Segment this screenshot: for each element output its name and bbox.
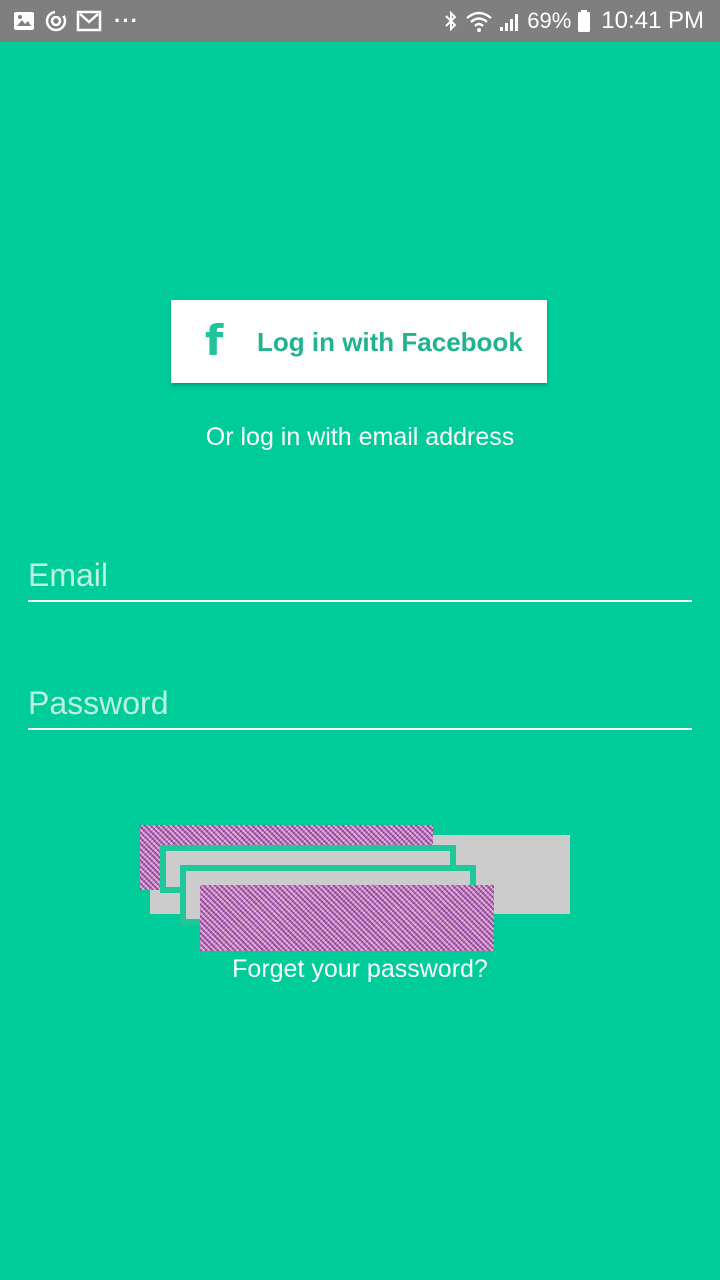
battery-percentage: 69% [527, 8, 572, 33]
sync-icon [44, 9, 68, 33]
password-field-container [28, 668, 692, 730]
password-input[interactable] [28, 685, 692, 722]
gmail-icon [76, 9, 102, 33]
battery-icon [577, 9, 591, 33]
graphic-noise-block-bottom [200, 885, 494, 951]
clock: 10:41 PM [601, 7, 704, 34]
bluetooth-icon [443, 9, 459, 33]
email-field-container [28, 540, 692, 602]
system-icons: 69% 10:41 PM [443, 6, 704, 36]
wifi-icon [465, 9, 493, 33]
image-icon [12, 9, 36, 33]
notification-icons: ··· [12, 8, 139, 34]
more-notifications-indicator: ··· [114, 8, 139, 33]
signal-icon [499, 9, 521, 33]
email-input[interactable] [28, 557, 692, 594]
email-login-divider-text: Or log in with email address [205, 423, 515, 451]
login-button-graphic[interactable] [140, 825, 572, 951]
forgot-password-link[interactable]: Forget your password? [0, 955, 720, 984]
facebook-icon: f [205, 316, 224, 365]
facebook-login-button[interactable]: f Log in with Facebook [171, 300, 547, 383]
facebook-login-label: Log in with Facebook [257, 327, 523, 357]
status-bar: ··· 69% 10:41 PM [0, 0, 720, 42]
